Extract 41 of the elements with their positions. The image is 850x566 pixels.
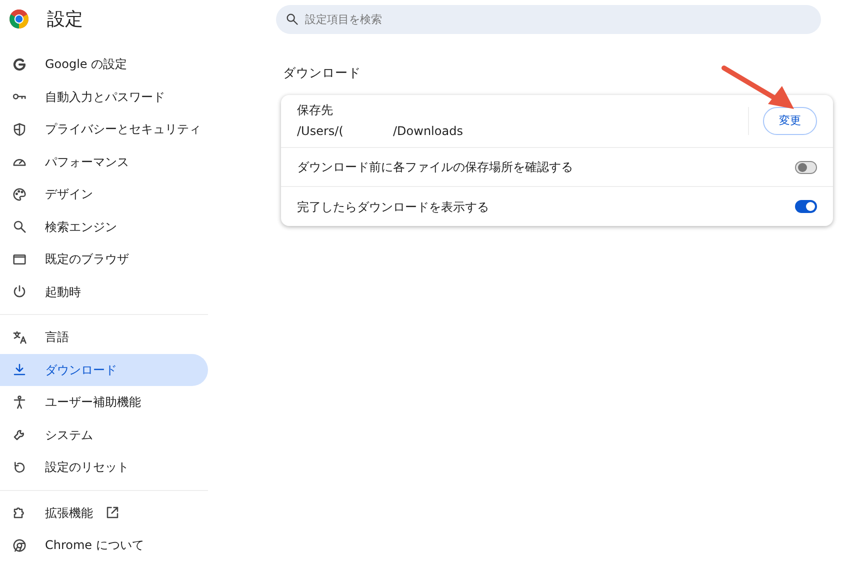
folder-path: /Downloads [393,123,463,140]
sidebar-item[interactable]: 拡張機能 [0,496,208,529]
sidebar-item[interactable]: 自動入力とパスワード [0,80,208,113]
puzzle-icon [12,505,27,520]
chrome-icon [12,538,27,553]
change-button[interactable]: 変更 [763,106,817,135]
sidebar-item[interactable]: 検索エンジン [0,210,208,243]
sidebar-item[interactable]: 言語 [0,321,208,354]
browser-logo-icon [9,9,29,29]
sidebar-item[interactable]: パフォーマンス [0,146,208,178]
wrench-icon [12,427,27,442]
sidebar-item[interactable]: 起動時 [0,276,208,308]
sidebar-item[interactable]: デザイン [0,178,208,210]
power-icon [12,284,27,300]
window-icon [12,252,27,267]
sidebar-item[interactable]: 既定のブラウザ [0,243,208,276]
setting-label: 保存先 [297,102,334,120]
setting-label: 完了したらダウンロードを表示する [297,198,489,216]
download-icon [12,362,27,378]
palette-icon [12,186,27,202]
shield-icon [12,122,27,137]
g-logo-icon [12,56,27,72]
toggle-switch[interactable] [795,160,817,174]
section-title: ダウンロード [283,64,362,82]
page-title: 設定 [47,8,83,32]
translate-icon [12,330,27,345]
setting-label: ダウンロード前に各ファイルの保存場所を確認する [297,159,573,176]
sidebar-item[interactable]: ユーザー補助機能 [0,386,208,418]
search-field[interactable]: 設定項目を検索 [276,5,821,34]
search-icon [12,219,27,234]
folder-path: /Users/( [297,123,344,140]
accessibility-icon [12,394,27,410]
sidebar-item[interactable]: 設定のリセット [0,451,208,484]
reset-icon [12,460,27,475]
sidebar-item[interactable]: Chrome について [0,529,208,562]
sidebar-item[interactable]: Google の設定 [0,48,208,80]
toggle-switch[interactable] [795,200,817,213]
search-icon [285,12,299,26]
sidebar-item[interactable]: プライバシーとセキュリティ [0,113,208,146]
sidebar-item[interactable]: システム [0,418,208,451]
sidebar-item[interactable]: ダウンロード [0,354,208,386]
